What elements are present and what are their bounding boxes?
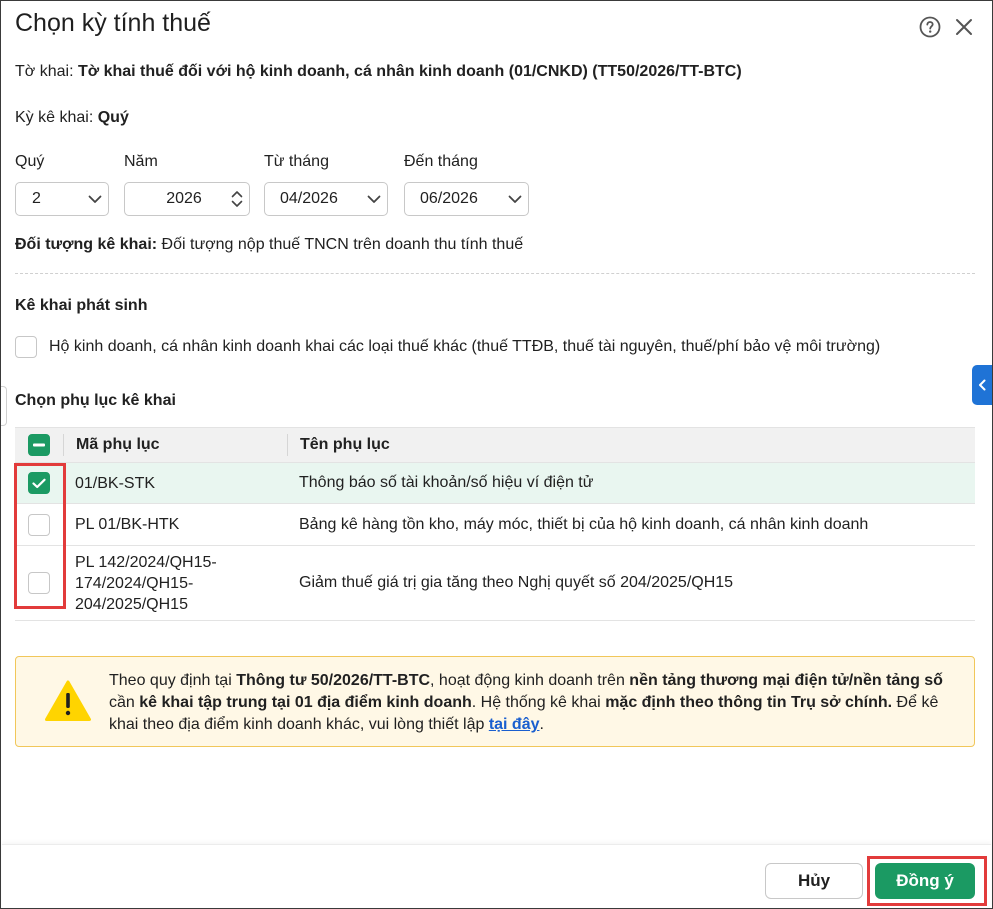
- table-header: Mã phụ lục Tên phụ lục: [15, 427, 975, 463]
- warning-text-bold: mặc định theo thông tin Trụ sở chính.: [605, 694, 893, 711]
- close-icon[interactable]: [952, 15, 976, 39]
- confirm-highlight-box: [867, 856, 987, 906]
- cancel-button[interactable]: Hủy: [765, 863, 863, 899]
- select-all-cell: [15, 434, 63, 456]
- chevron-down-icon[interactable]: [231, 200, 243, 208]
- warning-text-bold: nền tảng thương mại điện tử/nền tảng số: [629, 672, 943, 689]
- chevron-down-icon: [361, 195, 387, 204]
- to-khai-line: Tờ khai: Tờ khai thuế đối với hộ kinh do…: [15, 63, 742, 81]
- ky-ke-khai-line: Kỳ kê khai: Quý: [15, 109, 129, 127]
- select-all-checkbox[interactable]: [28, 434, 50, 456]
- warning-text-bold: kê khai tập trung tại 01 địa điểm kinh d…: [139, 694, 472, 711]
- row-ten: Thông báo số tài khoản/số hiệu ví điện t…: [299, 474, 594, 491]
- quy-select[interactable]: 2: [15, 182, 109, 216]
- chevron-down-icon: [82, 195, 108, 204]
- row-ma-line: PL 142/2024/QH15-: [75, 553, 217, 571]
- side-panel-toggle[interactable]: [972, 365, 992, 405]
- row-ten: Giảm thuế giá trị gia tăng theo Nghị quy…: [299, 574, 734, 591]
- tu-thang-label: Từ tháng: [264, 153, 329, 170]
- header-actions: [918, 15, 976, 39]
- doi-tuong-label: Đối tượng kê khai:: [15, 236, 158, 253]
- to-khai-value: Tờ khai thuế đối với hộ kinh doanh, cá n…: [77, 63, 742, 80]
- row-ma-line: 174/2024/QH15-: [75, 574, 194, 592]
- quy-label: Quý: [15, 153, 45, 170]
- den-thang-label: Đến tháng: [404, 153, 478, 170]
- chevron-up-icon[interactable]: [231, 190, 243, 198]
- phat-sinh-option-label: Hộ kinh doanh, cá nhân kinh doanh khai c…: [49, 338, 881, 355]
- table-row[interactable]: 01/BK-STK Thông báo số tài khoản/số hiệu…: [15, 463, 975, 504]
- dialog: Chọn kỳ tính thuế Tờ khai: Tờ khai thuế …: [0, 0, 993, 909]
- doi-tuong-value: Đối tượng nộp thuế TNCN trên doanh thu t…: [161, 236, 524, 253]
- help-icon[interactable]: [918, 15, 942, 39]
- chevron-down-icon: [502, 195, 528, 204]
- checkbox-highlight-box: [14, 463, 66, 609]
- table-row[interactable]: PL 01/BK-HTK Bảng kê hàng tồn kho, máy m…: [15, 504, 975, 546]
- phat-sinh-title: Kê khai phát sinh: [15, 297, 148, 314]
- dialog-title: Chọn kỳ tính thuế: [15, 9, 211, 37]
- den-thang-select[interactable]: 06/2026: [404, 182, 529, 216]
- to-khai-label: Tờ khai:: [15, 63, 74, 80]
- column-header-ten: Tên phụ lục: [287, 434, 975, 456]
- phat-sinh-option[interactable]: Hộ kinh doanh, cá nhân kinh doanh khai c…: [15, 336, 880, 358]
- row-ma: 01/BK-STK: [75, 474, 156, 492]
- warning-icon: [44, 679, 92, 728]
- nam-label: Năm: [124, 153, 158, 170]
- row-ma: PL 01/BK-HTK: [75, 516, 180, 533]
- column-header-ma: Mã phụ lục: [63, 434, 287, 456]
- tu-thang-select[interactable]: 04/2026: [264, 182, 388, 216]
- phat-sinh-checkbox[interactable]: [15, 336, 37, 358]
- ky-ke-khai-value: Quý: [97, 109, 129, 126]
- minus-icon: [33, 443, 45, 447]
- phu-luc-title: Chọn phụ lục kê khai: [15, 392, 176, 409]
- warning-banner: Theo quy định tại Thông tư 50/2026/TT-BT…: [15, 656, 975, 747]
- den-thang-select-value: 06/2026: [420, 190, 478, 207]
- row-ma: PL 142/2024/QH15- 174/2024/QH15- 204/202…: [63, 552, 287, 615]
- warning-text-part: cần: [109, 694, 140, 711]
- left-edge-handle: [1, 386, 7, 426]
- table-row[interactable]: PL 142/2024/QH15- 174/2024/QH15- 204/202…: [15, 546, 975, 621]
- chevron-left-icon: [979, 379, 986, 391]
- stepper-arrows: [225, 190, 249, 208]
- row-ten: Bảng kê hàng tồn kho, máy móc, thiết bị …: [299, 515, 869, 533]
- settings-link[interactable]: tại đây: [489, 716, 540, 733]
- nam-stepper[interactable]: 2026: [124, 182, 250, 216]
- tu-thang-select-value: 04/2026: [280, 190, 338, 207]
- warning-text-bold: Thông tư 50/2026/TT-BTC: [236, 672, 431, 689]
- nam-stepper-value: 2026: [166, 190, 202, 207]
- section-divider: [15, 273, 975, 274]
- warning-text-part: Theo quy định tại: [109, 672, 237, 689]
- warning-text-part: . Hệ thống kê khai: [471, 694, 606, 711]
- row-ma-line: 204/2025/QH15: [75, 595, 188, 613]
- warning-text: Theo quy định tại Thông tư 50/2026/TT-BT…: [109, 670, 954, 736]
- ky-ke-khai-label: Kỳ kê khai:: [15, 109, 94, 126]
- doi-tuong-line: Đối tượng kê khai: Đối tượng nộp thuế TN…: [15, 236, 523, 254]
- quy-select-value: 2: [32, 190, 41, 207]
- warning-text-part: , hoạt động kinh doanh trên: [430, 672, 630, 689]
- warning-text-part: .: [539, 716, 544, 733]
- phu-luc-table: Mã phụ lục Tên phụ lục 01/BK-STK Thông b…: [15, 427, 975, 621]
